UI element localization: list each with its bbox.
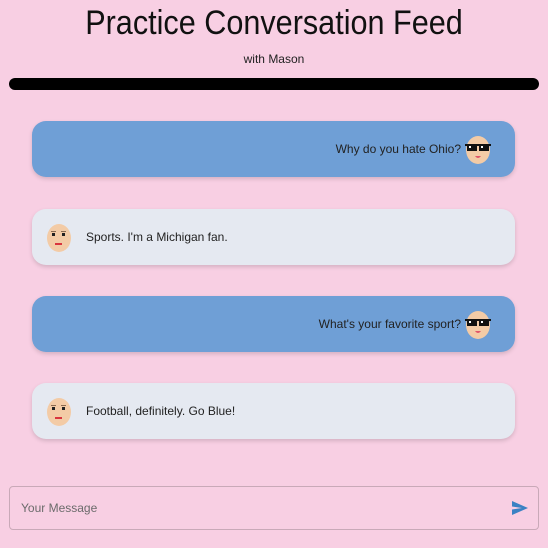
message-text: Sports. I'm a Michigan fan. [86,230,228,244]
sunglasses-face-icon [465,136,491,164]
message-text: Football, definitely. Go Blue! [86,404,236,418]
send-icon [512,501,528,515]
message-bubble-user: What's your favorite sport? [32,296,515,352]
message-bubble-bot: Football, definitely. Go Blue! [32,383,515,439]
message-composer [9,486,539,530]
message-bubble-user: Why do you hate Ohio? [32,121,515,177]
header-divider [9,78,539,90]
page-title: Practice Conversation Feed [85,4,463,42]
message-text: Why do you hate Ohio? [335,142,461,156]
message-bubble-bot: Sports. I'm a Michigan fan. [32,209,515,265]
page-subtitle: with Mason [243,52,305,66]
send-button[interactable] [508,496,532,520]
sunglasses-face-icon [465,311,491,339]
message-text: What's your favorite sport? [318,317,461,331]
message-input[interactable] [19,500,493,516]
bald-man-face-icon [47,398,71,426]
bald-man-face-icon [47,224,71,252]
